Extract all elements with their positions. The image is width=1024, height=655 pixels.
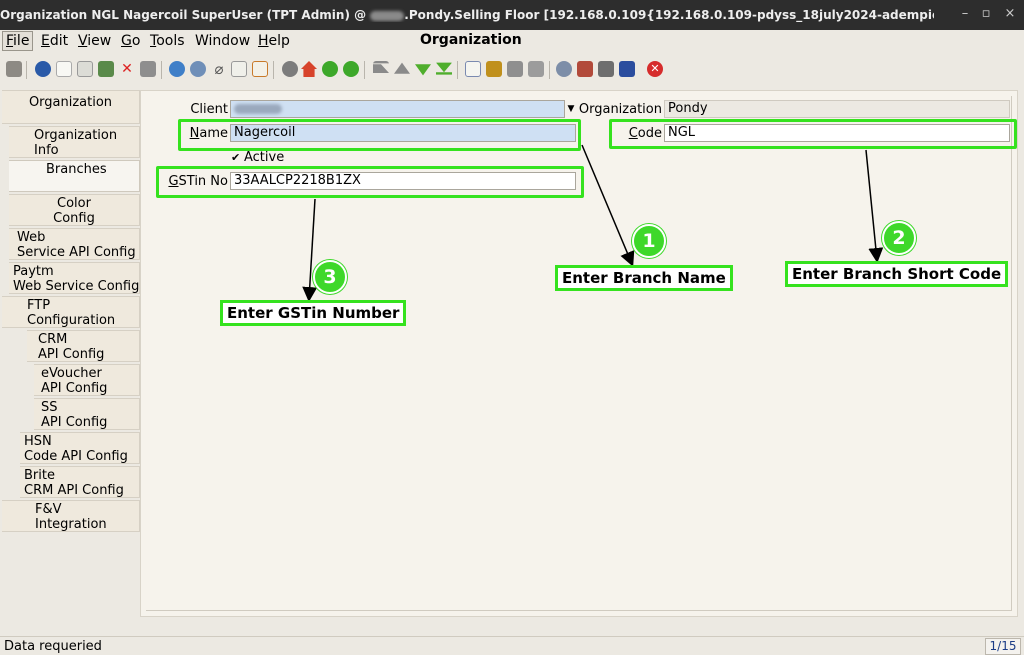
record-pager[interactable]: 1/15 <box>985 638 1021 655</box>
callout-branch-name: Enter Branch Name <box>555 265 733 291</box>
status-message: Data requeried <box>4 639 102 654</box>
step-badge-2: 2 <box>882 221 916 255</box>
arrow-1 <box>581 144 635 267</box>
step-badge-3: 3 <box>313 260 347 294</box>
step-badge-1: 1 <box>632 224 666 258</box>
callout-branch-short-code: Enter Branch Short Code <box>785 261 1009 287</box>
callout-gstin-number: Enter GSTin Number <box>220 300 407 326</box>
arrow-2 <box>865 149 884 263</box>
status-bar: Data requeried 1/15 <box>0 636 1024 655</box>
annotation-arrows <box>302 144 884 302</box>
